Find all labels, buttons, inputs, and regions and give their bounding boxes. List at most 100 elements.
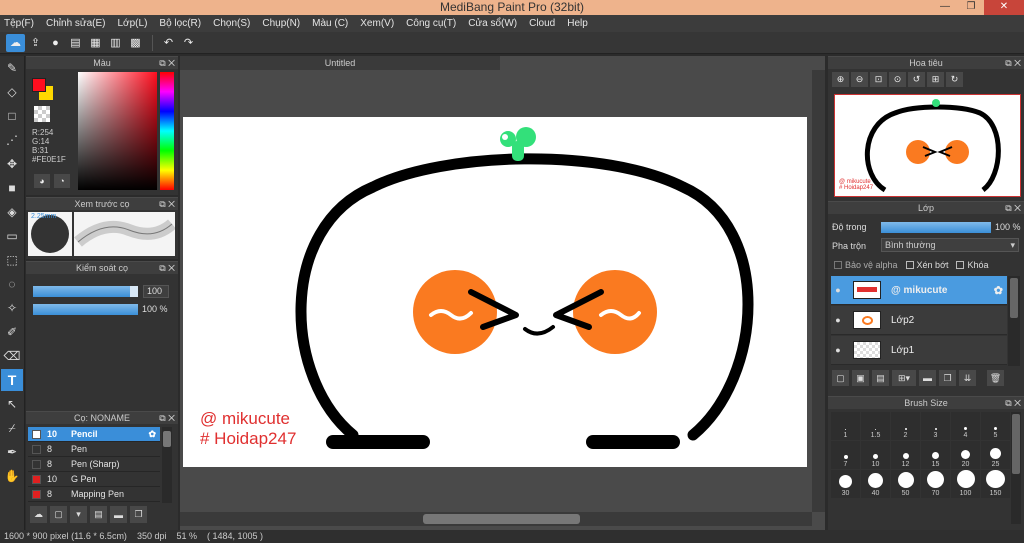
duplicate-layer-icon[interactable]: ❐ bbox=[939, 370, 956, 386]
brush-size-cell[interactable]: 5 bbox=[981, 412, 1010, 440]
new-layer-icon[interactable]: ▢ bbox=[832, 370, 849, 386]
delete-layer-icon[interactable]: 🗑 bbox=[987, 370, 1004, 386]
magic-wand-icon[interactable]: ✧ bbox=[1, 297, 23, 319]
brush-size-cell[interactable]: 2 bbox=[891, 412, 920, 440]
layer-scrollbar[interactable] bbox=[1008, 276, 1020, 366]
rotate-left-icon[interactable]: ↺ bbox=[908, 72, 925, 87]
clipping-checkbox[interactable]: Xén bớt bbox=[905, 260, 948, 270]
new-brush-icon[interactable]: ▢ bbox=[50, 506, 67, 523]
eyedropper-icon[interactable]: ⌿ bbox=[1, 417, 23, 439]
visibility-icon[interactable]: ● bbox=[831, 345, 845, 355]
menu-color[interactable]: Màu (C) bbox=[312, 18, 348, 29]
menu-cloud[interactable]: Cloud bbox=[529, 18, 555, 29]
horizontal-scrollbar[interactable] bbox=[180, 512, 812, 526]
rectangle-icon[interactable]: □ bbox=[1, 105, 23, 127]
gear-icon[interactable]: ✿ bbox=[148, 429, 156, 440]
menu-edit[interactable]: Chỉnh sửa(E) bbox=[46, 18, 106, 29]
brush-size-scrollbar[interactable] bbox=[1011, 412, 1021, 524]
panel-close-icon[interactable]: ⧉ ✕ bbox=[159, 262, 175, 275]
color-settings-icon[interactable]: ◔ bbox=[54, 174, 70, 188]
layer-opacity-slider[interactable] bbox=[881, 222, 991, 233]
zoom-in-icon[interactable]: ⊕ bbox=[832, 72, 849, 87]
brush-size-cell[interactable]: 12 bbox=[891, 441, 920, 469]
rotate-right-icon[interactable]: ↻ bbox=[946, 72, 963, 87]
panel-close-icon[interactable]: ⧉ ✕ bbox=[1005, 57, 1021, 70]
page-icon[interactable]: ▦ bbox=[86, 34, 105, 52]
fit-icon[interactable]: ⊡ bbox=[870, 72, 887, 87]
menu-select[interactable]: Chọn(S) bbox=[213, 18, 250, 29]
add-layer-menu-icon[interactable]: ⊞▾ bbox=[892, 370, 916, 386]
vertical-scrollbar[interactable] bbox=[812, 70, 825, 512]
brush-size-cell[interactable]: 4 bbox=[951, 412, 980, 440]
panel-close-icon[interactable]: ⧉ ✕ bbox=[1005, 397, 1021, 410]
new-halftone-layer-icon[interactable]: ▤ bbox=[872, 370, 889, 386]
menu-window[interactable]: Cửa sổ(W) bbox=[468, 18, 517, 29]
menu-layer[interactable]: Lớp(L) bbox=[118, 18, 148, 29]
note-icon[interactable]: ▤ bbox=[66, 34, 85, 52]
protect-alpha-checkbox[interactable]: Bảo vệ alpha bbox=[834, 260, 898, 270]
zoom-out-icon[interactable]: ⊖ bbox=[851, 72, 868, 87]
maximize-button[interactable]: ❐ bbox=[958, 0, 984, 15]
palette-icon[interactable]: ◕ bbox=[34, 174, 50, 188]
redo-icon[interactable]: ↷ bbox=[179, 34, 198, 52]
panel-close-icon[interactable]: ⧉ ✕ bbox=[159, 412, 175, 425]
visibility-icon[interactable]: ● bbox=[831, 315, 845, 325]
comment-icon[interactable]: ● bbox=[46, 34, 65, 52]
dropper-icon[interactable]: ✒ bbox=[1, 441, 23, 463]
brush-size-cell[interactable]: 150 bbox=[981, 470, 1010, 498]
lock-checkbox[interactable]: Khóa bbox=[956, 260, 989, 270]
folder-icon[interactable]: ▬ bbox=[919, 370, 936, 386]
zoom-100-icon[interactable]: ⊙ bbox=[889, 72, 906, 87]
brush-size-cell[interactable]: 7 bbox=[831, 441, 860, 469]
undo-icon[interactable]: ↶ bbox=[159, 34, 178, 52]
brush-item[interactable]: 8 Pen bbox=[28, 442, 160, 457]
brush-settings-icon[interactable]: ▤ bbox=[90, 506, 107, 523]
brush-item[interactable]: 10 G Pen bbox=[28, 472, 160, 487]
select-eraser-icon[interactable]: ⌫ bbox=[1, 345, 23, 367]
text-icon[interactable]: T bbox=[1, 369, 23, 391]
merge-layer-icon[interactable]: ⇊ bbox=[959, 370, 976, 386]
gradient-icon[interactable]: ▭ bbox=[1, 225, 23, 247]
new-color-layer-icon[interactable]: ▣ bbox=[852, 370, 869, 386]
brush-size-cell[interactable]: 30 bbox=[831, 470, 860, 498]
hue-slider[interactable] bbox=[160, 72, 174, 190]
operation-icon[interactable]: ↖ bbox=[1, 393, 23, 415]
cloud-brush-icon[interactable]: ☁ bbox=[30, 506, 47, 523]
layer-row[interactable]: ● Lớp1 bbox=[831, 336, 1007, 365]
panel-close-icon[interactable]: ⧉ ✕ bbox=[159, 57, 175, 70]
close-button[interactable]: ✕ bbox=[984, 0, 1024, 15]
drawing-canvas[interactable]: @ mikucute # Hoidap247 bbox=[183, 117, 807, 467]
horizontal-scroll-thumb[interactable] bbox=[423, 514, 580, 524]
gear-icon[interactable]: ✿ bbox=[994, 284, 1003, 297]
lasso-icon[interactable]: ◌ bbox=[1, 273, 23, 295]
brush-size-cell[interactable]: 1 bbox=[831, 412, 860, 440]
add-brush-icon[interactable]: ▾ bbox=[70, 506, 87, 523]
cloud-icon[interactable]: ☁ bbox=[6, 33, 25, 52]
folder-icon[interactable]: ▬ bbox=[110, 506, 127, 523]
document-tab[interactable]: Untitled bbox=[180, 56, 500, 70]
menu-file[interactable]: Tệp(F) bbox=[4, 18, 34, 29]
tiles-icon[interactable]: ▩ bbox=[126, 34, 145, 52]
share-icon[interactable]: ⇪ bbox=[26, 34, 45, 52]
brush-size-value[interactable]: 100 bbox=[143, 285, 169, 298]
panel-close-icon[interactable]: ⧉ ✕ bbox=[1005, 202, 1021, 215]
brush-item[interactable]: 8 Mapping Pen bbox=[28, 487, 160, 502]
foreground-color-swatch[interactable] bbox=[32, 78, 46, 92]
visibility-icon[interactable]: ● bbox=[831, 285, 845, 295]
menu-help[interactable]: Help bbox=[567, 18, 588, 29]
duplicate-icon[interactable]: ❐ bbox=[130, 506, 147, 523]
menu-snap[interactable]: Chụp(N) bbox=[262, 18, 300, 29]
brush-size-cell[interactable]: 50 bbox=[891, 470, 920, 498]
menu-tools[interactable]: Công cụ(T) bbox=[406, 18, 456, 29]
brush-list-scrollbar[interactable] bbox=[162, 427, 172, 503]
blend-mode-select[interactable]: Bình thường ▾ bbox=[881, 238, 1019, 252]
reset-view-icon[interactable]: ⊞ bbox=[927, 72, 944, 87]
navigator-thumbnail[interactable]: @ mikucute # Hoidap247 bbox=[834, 94, 1021, 197]
panel-close-icon[interactable]: ⧉ ✕ bbox=[159, 198, 175, 211]
brush-size-cell[interactable]: 70 bbox=[921, 470, 950, 498]
brush-size-cell[interactable]: 1.5 bbox=[861, 412, 890, 440]
brush-item[interactable]: 10 Pencil ✿ bbox=[28, 427, 160, 442]
brush-size-cell[interactable]: 15 bbox=[921, 441, 950, 469]
brush-size-cell[interactable]: 20 bbox=[951, 441, 980, 469]
brush-size-cell[interactable]: 40 bbox=[861, 470, 890, 498]
